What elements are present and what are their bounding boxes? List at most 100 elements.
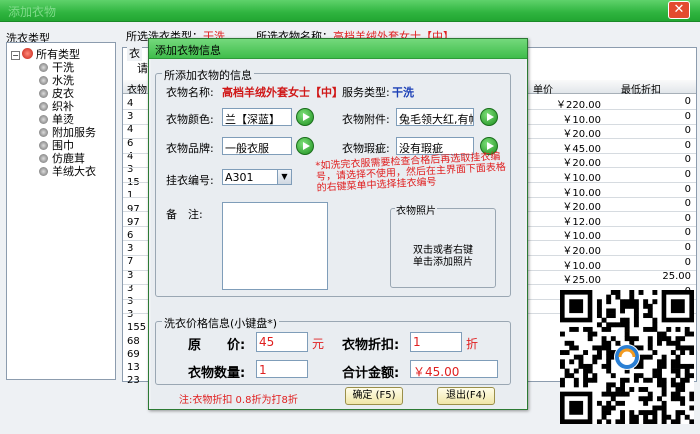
remark-textarea[interactable] (222, 202, 328, 290)
total-field[interactable]: ￥45.00 (410, 360, 498, 378)
tree-item[interactable]: 水洗 (39, 72, 74, 87)
grid-cell[interactable]: 4 (127, 98, 147, 109)
gear-icon (39, 141, 48, 150)
accessory-label: 衣物附件: (342, 113, 390, 126)
tree-item[interactable]: 单烫 (39, 111, 74, 126)
discount-unit: 折 (466, 337, 479, 351)
grid-hint: 请 (137, 62, 148, 75)
gear-icon (39, 154, 48, 163)
close-button[interactable]: ✕ (668, 1, 690, 19)
price-unit: 元 (312, 337, 325, 351)
brand-label: 衣物品牌: (166, 142, 214, 155)
window-title: 添加衣物 (8, 5, 57, 19)
window-titlebar: 添加衣物 ✕ (0, 0, 700, 22)
tree-item[interactable]: 围巾 (39, 137, 74, 152)
service-label: 服务类型: (342, 86, 390, 99)
tree-item[interactable]: 皮衣 (39, 85, 74, 100)
name-label: 衣物名称: (166, 86, 214, 99)
grid-cell[interactable]: 3 (127, 111, 147, 122)
photo-group[interactable]: 衣物照片 双击或者右键 单击添加照片 (390, 202, 496, 288)
qty-label: 衣物数量: (188, 366, 246, 381)
grid-cell[interactable]: 69 (127, 349, 147, 360)
grid-cell[interactable]: 7 (127, 256, 147, 267)
photo-group-legend: 衣物照片 (395, 202, 437, 217)
grid-cell[interactable]: 68 (127, 336, 147, 347)
accessory-select-button[interactable] (480, 108, 498, 126)
photo-hint-2: 单击添加照片 (413, 257, 473, 268)
min-discount-cell[interactable]: 0 (601, 125, 691, 136)
min-discount-cell[interactable]: 0 (601, 213, 691, 224)
service-value: 干洗 (392, 86, 414, 99)
grid-cell[interactable]: 13 (127, 362, 147, 373)
grid-cell[interactable]: 155 (127, 322, 147, 333)
color-select-button[interactable] (296, 108, 314, 126)
min-discount-cell[interactable]: 0 (601, 154, 691, 165)
name-value: 高档羊绒外套女士【中】 (222, 86, 343, 99)
min-discount-cell[interactable]: 25.00 (601, 271, 691, 282)
tree-root[interactable]: − 所有类型 (11, 46, 80, 61)
tree-item[interactable]: 附加服务 (39, 124, 96, 139)
discount-footnote: 注:衣物折扣 0.8折为打8折 (179, 395, 298, 406)
brand-field[interactable]: 一般衣服 (222, 137, 292, 155)
min-discount-cell[interactable]: 0 (601, 184, 691, 195)
color-field[interactable]: 兰【深蓝】 (222, 108, 292, 126)
min-discount-cell[interactable]: 0 (601, 242, 691, 253)
exit-button[interactable]: 退出(F4) (437, 387, 495, 405)
tree-item[interactable]: 织补 (39, 98, 74, 113)
tree-item[interactable]: 仿鹿茸 (39, 150, 85, 165)
chevron-down-icon[interactable]: ▼ (277, 170, 291, 184)
hanger-label: 挂衣编号: (166, 174, 214, 187)
defect-label: 衣物瑕疵: (342, 142, 390, 155)
grid-cell[interactable]: 3 (127, 296, 147, 307)
tree-item[interactable]: 干洗 (39, 59, 74, 74)
grid-cell[interactable]: 3 (127, 309, 147, 320)
dialog-body: 所添加衣物的信息 衣物名称: 高档羊绒外套女士【中】 服务类型: 干洗 衣物颜色… (151, 59, 525, 409)
min-discount-cell[interactable]: 0 (601, 257, 691, 268)
qr-code-image (560, 290, 695, 425)
grid-cell[interactable]: 97 (127, 204, 147, 215)
min-discount-cell[interactable]: 0 (601, 169, 691, 180)
tree-item[interactable]: 羊绒大衣 (39, 163, 96, 178)
color-label: 衣物颜色: (166, 113, 214, 126)
discount-field[interactable]: 1 (410, 332, 462, 352)
min-discount-cell[interactable]: 0 (601, 227, 691, 238)
grid-tab[interactable]: 衣 (127, 45, 142, 61)
gear-icon (39, 76, 48, 85)
price-field[interactable]: 45 (256, 332, 308, 352)
hanger-select-value: A301 (225, 171, 254, 184)
grid-cell[interactable]: 3 (127, 243, 147, 254)
confirm-button[interactable]: 确定 (F5) (345, 387, 403, 405)
min-discount-cell[interactable]: 0 (601, 140, 691, 151)
hanger-notice: *如洗完衣服需要检查合格后再选取挂衣编号，请选择不使用，然后在主界面下面表格的右… (315, 151, 507, 194)
collapse-icon[interactable]: − (11, 51, 20, 60)
grid-cell[interactable]: 4 (127, 124, 147, 135)
price-label: 原 价: (188, 338, 246, 353)
grid-cell[interactable]: 3 (127, 164, 147, 175)
brand-select-button[interactable] (296, 137, 314, 155)
hanger-select[interactable]: A301 ▼ (222, 169, 292, 185)
min-discount-cell[interactable]: 0 (601, 96, 691, 107)
grid-cell[interactable]: 6 (127, 230, 147, 241)
add-clothes-dialog: 添加衣物信息 所添加衣物的信息 衣物名称: 高档羊绒外套女士【中】 服务类型: … (148, 38, 528, 410)
gear-icon (39, 89, 48, 98)
price-group: 洗衣价格信息(小键盘*) 原 价: 45 元 衣物折扣: 1 折 衣物数量: 1… (155, 315, 511, 385)
price-group-legend: 洗衣价格信息(小键盘*) (162, 315, 280, 331)
gear-icon (39, 102, 48, 111)
min-discount-cell[interactable]: 0 (601, 198, 691, 209)
col-header-price[interactable]: 单价 (533, 81, 553, 96)
col-header-item[interactable]: 衣物 (127, 81, 147, 96)
grid-cell[interactable]: 3 (127, 270, 147, 281)
grid-cell[interactable]: 23 (127, 375, 147, 386)
clothes-info-legend: 所添加衣物的信息 (162, 67, 254, 83)
remark-label: 备 注: (166, 208, 203, 221)
tree-item-label: 羊绒大衣 (52, 165, 96, 178)
col-header-min-discount[interactable]: 最低折扣 (621, 81, 661, 96)
grid-cell[interactable]: 6 (127, 138, 147, 149)
accessory-field[interactable]: 兔毛领大红,有帽子 (396, 108, 474, 126)
min-discount-cell[interactable]: 0 (601, 111, 691, 122)
qty-field[interactable]: 1 (256, 360, 308, 378)
gear-icon (39, 115, 48, 124)
total-label: 合计金额: (342, 366, 400, 381)
category-tree[interactable]: − 所有类型 干洗 水洗 皮衣 织补 单烫 附加服务 围巾 仿鹿茸 羊绒大衣 (6, 42, 116, 380)
category-panel: 洗衣类型 − 所有类型 干洗 水洗 皮衣 织补 单烫 附加服务 围巾 仿鹿茸 羊绒… (6, 30, 118, 382)
